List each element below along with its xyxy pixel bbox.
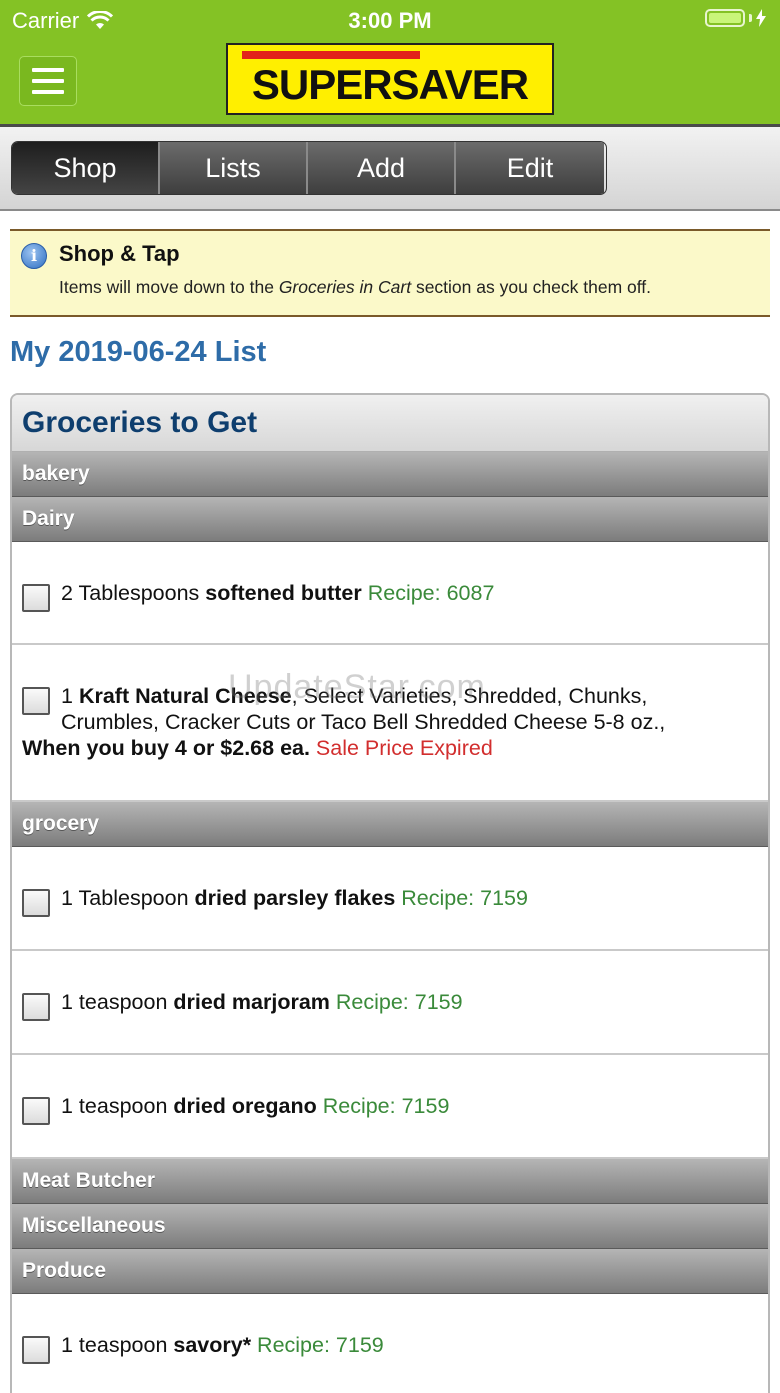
tab-shop[interactable]: Shop [12,142,160,194]
category-bakery[interactable]: bakery [12,452,768,497]
item-text: 1 Tablespoon dried parsley flakes Recipe… [61,886,528,910]
logo-text: SUPERSAVER [251,61,529,108]
item-checkbox[interactable] [22,889,50,917]
category-meat-butcher[interactable]: Meat Butcher [12,1159,768,1204]
item-checkbox[interactable] [22,1336,50,1364]
item-checkbox[interactable] [22,584,50,612]
recipe-link[interactable]: Recipe: 6087 [362,581,495,605]
recipe-link[interactable]: Recipe: 7159 [251,1333,384,1357]
logo-stripe [242,51,420,59]
recipe-link[interactable]: Recipe: 7159 [395,886,528,910]
recipe-link[interactable]: Recipe: 7159 [317,1094,450,1118]
status-time: 3:00 PM [348,8,432,33]
list-item: 1 teaspoon savory* Recipe: 7159 [12,1294,768,1393]
status-bar: Carrier 3:00 PM [0,0,780,40]
app-header: SUPERSAVER [0,40,780,127]
item-text: 1 teaspoon savory* Recipe: 7159 [61,1333,384,1357]
info-title: Shop & Tap [59,241,180,266]
groceries-panel: Groceries to Get bakery Dairy 2 Tablespo… [10,393,770,1393]
category-miscellaneous[interactable]: Miscellaneous [12,1204,768,1249]
item-text: 2 Tablespoons softened butter Recipe: 60… [61,581,495,605]
charging-bolt-icon [756,9,766,27]
item-checkbox[interactable] [22,1097,50,1125]
category-grocery[interactable]: grocery [12,802,768,847]
info-icon: i [21,243,47,269]
list-item: 1 Tablespoon dried parsley flakes Recipe… [12,847,768,951]
tab-lists[interactable]: Lists [160,142,308,194]
item-text: 1 Kraft Natural Cheese, Select Varieties… [61,684,666,734]
item-text: 1 teaspoon dried marjoram Recipe: 7159 [61,990,463,1014]
list-title: My 2019-06-24 List [10,336,267,368]
category-produce[interactable]: Produce [12,1249,768,1294]
hamburger-menu-icon[interactable] [19,56,77,106]
info-banner: i Shop & Tap Items will move down to the… [10,229,770,317]
panel-title: Groceries to Get [12,395,768,452]
battery-charging-icon [705,9,766,27]
tab-edit[interactable]: Edit [456,142,604,194]
sale-status: Sale Price Expired [309,736,493,760]
tab-add[interactable]: Add [308,142,456,194]
supersaver-logo: SUPERSAVER [226,43,554,115]
segmented-control: Shop Lists Add Edit [11,141,607,195]
recipe-link[interactable]: Recipe: 7159 [330,990,463,1014]
item-checkbox[interactable] [22,687,50,715]
list-item: 1 Kraft Natural Cheese, Select Varieties… [12,645,768,802]
list-item: 2 Tablespoons softened butter Recipe: 60… [12,542,768,645]
list-item: 1 teaspoon dried oregano Recipe: 7159 [12,1055,768,1159]
info-text: Items will move down to the Groceries in… [59,277,652,297]
category-dairy[interactable]: Dairy [12,497,768,542]
item-checkbox[interactable] [22,993,50,1021]
item-deal: When you buy 4 or $2.68 ea. Sale Price E… [22,736,493,760]
tab-bar: Shop Lists Add Edit [0,127,780,211]
list-item: 1 teaspoon dried marjoram Recipe: 7159 [12,951,768,1055]
item-text: 1 teaspoon dried oregano Recipe: 7159 [61,1094,450,1118]
